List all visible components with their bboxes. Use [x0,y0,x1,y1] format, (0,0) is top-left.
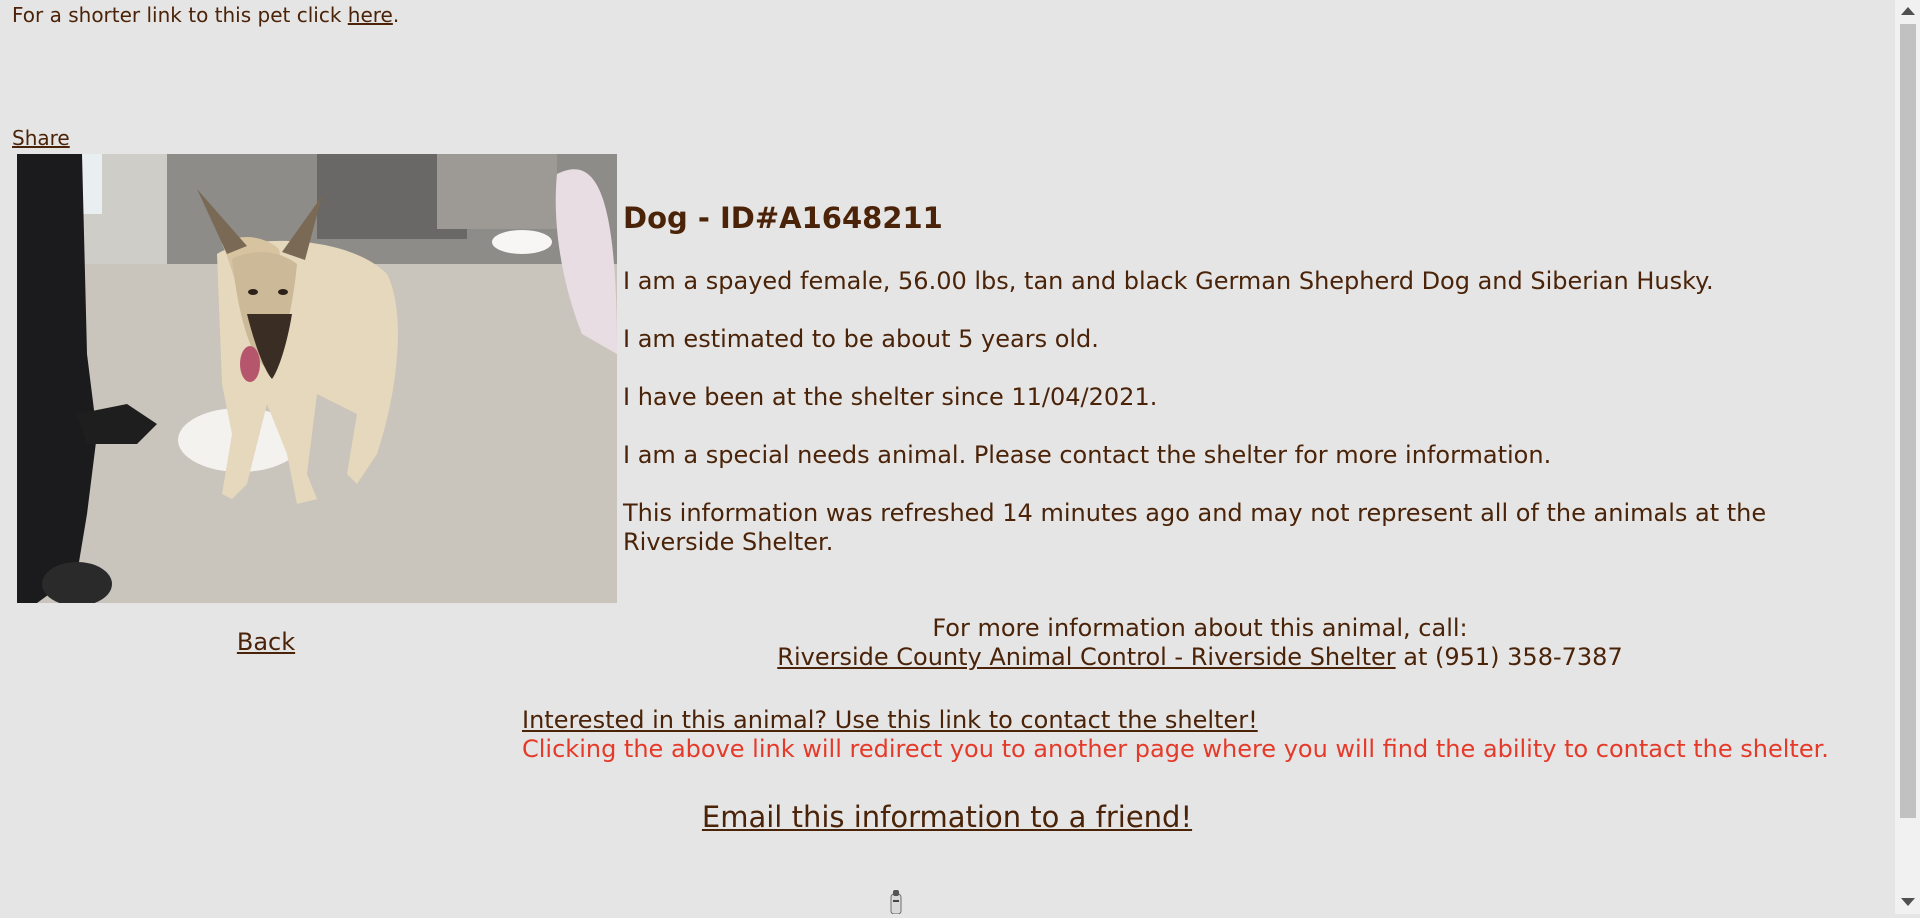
contact-info: For more information about this animal, … [520,614,1880,672]
redirect-warning: Clicking the above link will redirect yo… [522,735,1829,763]
short-link-suffix: . [392,3,400,27]
contact-shelter-link[interactable]: Interested in this animal? Use this link… [522,706,1258,734]
special-needs-note: I am a special needs animal. Please cont… [623,441,1552,469]
animal-age: I am estimated to be about 5 years old. [623,325,1099,353]
animal-intake-date: I have been at the shelter since 11/04/2… [623,383,1158,411]
interested-section: Interested in this animal? Use this link… [522,706,1829,764]
animal-title: Dog - ID#A1648211 [623,201,943,235]
shelter-link[interactable]: Riverside County Animal Control - Rivers… [777,643,1395,671]
scroll-up-icon[interactable] [1901,7,1915,15]
email-section: Email this information to a friend! [0,797,1894,837]
refresh-note: This information was refreshed 14 minute… [623,499,1767,556]
animal-details: Dog - ID#A1648211 I am a spayed female, … [623,193,1803,586]
back-link[interactable]: Back [0,627,532,657]
contact-line: Riverside County Animal Control - Rivers… [520,643,1880,672]
scroll-thumb[interactable] [1900,24,1916,818]
short-link-prefix: For a shorter link to this pet click [12,3,348,27]
share-link[interactable]: Share [12,126,70,150]
shelter-phone: at (951) 358-7387 [1395,643,1623,671]
pet-photo [17,154,617,603]
short-link[interactable]: here [348,3,393,27]
vertical-scrollbar[interactable] [1895,0,1920,914]
contact-intro: For more information about this animal, … [932,614,1468,642]
animal-description: I am a spayed female, 56.00 lbs, tan and… [623,267,1714,295]
scroll-down-icon[interactable] [1901,898,1915,906]
email-friend-link[interactable]: Email this information to a friend! [702,800,1192,834]
loading-icon [889,888,903,915]
dog-photo-illustration [17,154,617,603]
short-link-line: For a shorter link to this pet click her… [12,3,399,27]
